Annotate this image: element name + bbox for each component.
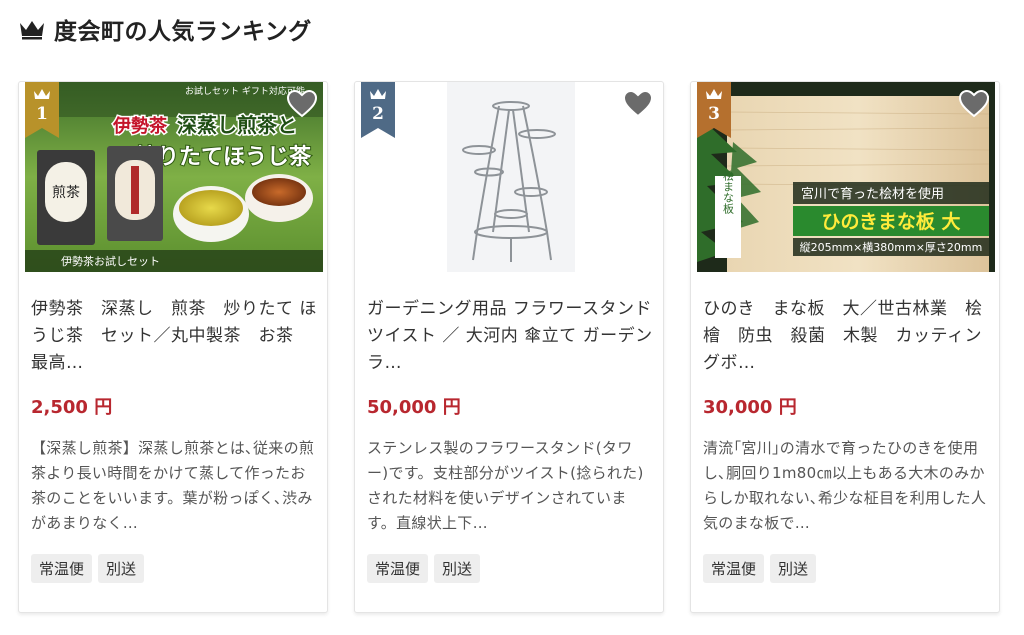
ranking-heading: 度会町の人気ランキング [18, 12, 312, 46]
product-image[interactable]: 桧まな板 宮川で育った桧材を使用 ひのきまな板 大 縦205mm×横380mm×… [697, 82, 995, 272]
svg-text:深蒸し煎茶と: 深蒸し煎茶と [177, 113, 297, 137]
tag-normal-temp: 常温便 [31, 554, 93, 583]
tag-normal-temp: 常温便 [703, 554, 765, 583]
product-name[interactable]: ガーデニング用品 フラワースタンド ツイスト ／ 大河内 傘立て ガーデンラ… [367, 296, 657, 377]
favorite-heart-icon[interactable] [959, 90, 989, 118]
rank-crown-icon [706, 89, 722, 99]
svg-text:宮川で育った桧材を使用: 宮川で育った桧材を使用 [801, 186, 944, 202]
product-name[interactable]: 伊勢茶 深蒸し 煎茶 炒りたて ほうじ茶 セット／丸中製茶 お茶 最高… [31, 296, 321, 377]
shipping-tags: 常温便 別送 [31, 554, 145, 583]
product-image[interactable] [361, 82, 659, 272]
shipping-tags: 常温便 別送 [703, 554, 817, 583]
rank-number: 3 [708, 104, 720, 124]
product-price: 2,500 円 [31, 397, 113, 418]
tag-separate-ship: 別送 [434, 554, 481, 583]
svg-text:ひのきまな板 大: ひのきまな板 大 [821, 210, 960, 233]
product-description: 【深蒸し煎茶】深蒸し煎茶とは､従来の煎茶より長い時間をかけて蒸して作ったお茶のこ… [31, 439, 315, 532]
favorite-heart-icon[interactable] [287, 90, 317, 118]
product-name[interactable]: ひのき まな板 大／世古林業 桧 檜 防虫 殺菌 木製 カッティングボ… [703, 296, 1000, 377]
product-card-1[interactable]: お試しセット ギフト対応可能 伊勢茶 深蒸し煎茶と 炒りたてほうじ茶 煎茶 伊勢… [18, 81, 328, 613]
svg-text:縦205mm×横380mm×厚さ20mm: 縦205mm×横380mm×厚さ20mm [800, 240, 983, 254]
favorite-heart-icon[interactable] [623, 90, 653, 118]
crown-icon [20, 21, 44, 40]
svg-text:伊勢茶お試しセット: 伊勢茶お試しセット [61, 254, 160, 268]
product-price: 30,000 円 [703, 397, 797, 418]
svg-text:伊勢茶: 伊勢茶 [112, 115, 168, 137]
rank-crown-icon [370, 89, 386, 99]
rank-crown-icon [34, 89, 50, 99]
tag-separate-ship: 別送 [770, 554, 817, 583]
svg-text:煎茶: 煎茶 [52, 185, 80, 201]
svg-text:桧まな板: 桧まな板 [722, 169, 735, 215]
product-card-2[interactable]: 2 ガーデニング用品 フラワースタンド ツイスト ／ 大河内 傘立て ガーデンラ… [354, 81, 664, 613]
rank-number: 2 [372, 104, 384, 124]
product-description: 清流｢宮川｣の清水で育ったひのきを使用し､胴回り1m80㎝以上もある大木のみから… [703, 439, 987, 532]
tag-separate-ship: 別送 [98, 554, 145, 583]
product-image[interactable]: お試しセット ギフト対応可能 伊勢茶 深蒸し煎茶と 炒りたてほうじ茶 煎茶 伊勢… [25, 82, 323, 272]
tag-normal-temp: 常温便 [367, 554, 429, 583]
page-title: 度会町の人気ランキング [54, 19, 312, 45]
shipping-tags: 常温便 別送 [367, 554, 481, 583]
product-price: 50,000 円 [367, 397, 461, 418]
product-description: ステンレス製のフラワースタンド(タワー)です。支柱部分がツイスト(捻られた)され… [367, 439, 644, 532]
product-card-3[interactable]: 桧まな板 宮川で育った桧材を使用 ひのきまな板 大 縦205mm×横380mm×… [690, 81, 1000, 613]
rank-number: 1 [36, 104, 48, 124]
